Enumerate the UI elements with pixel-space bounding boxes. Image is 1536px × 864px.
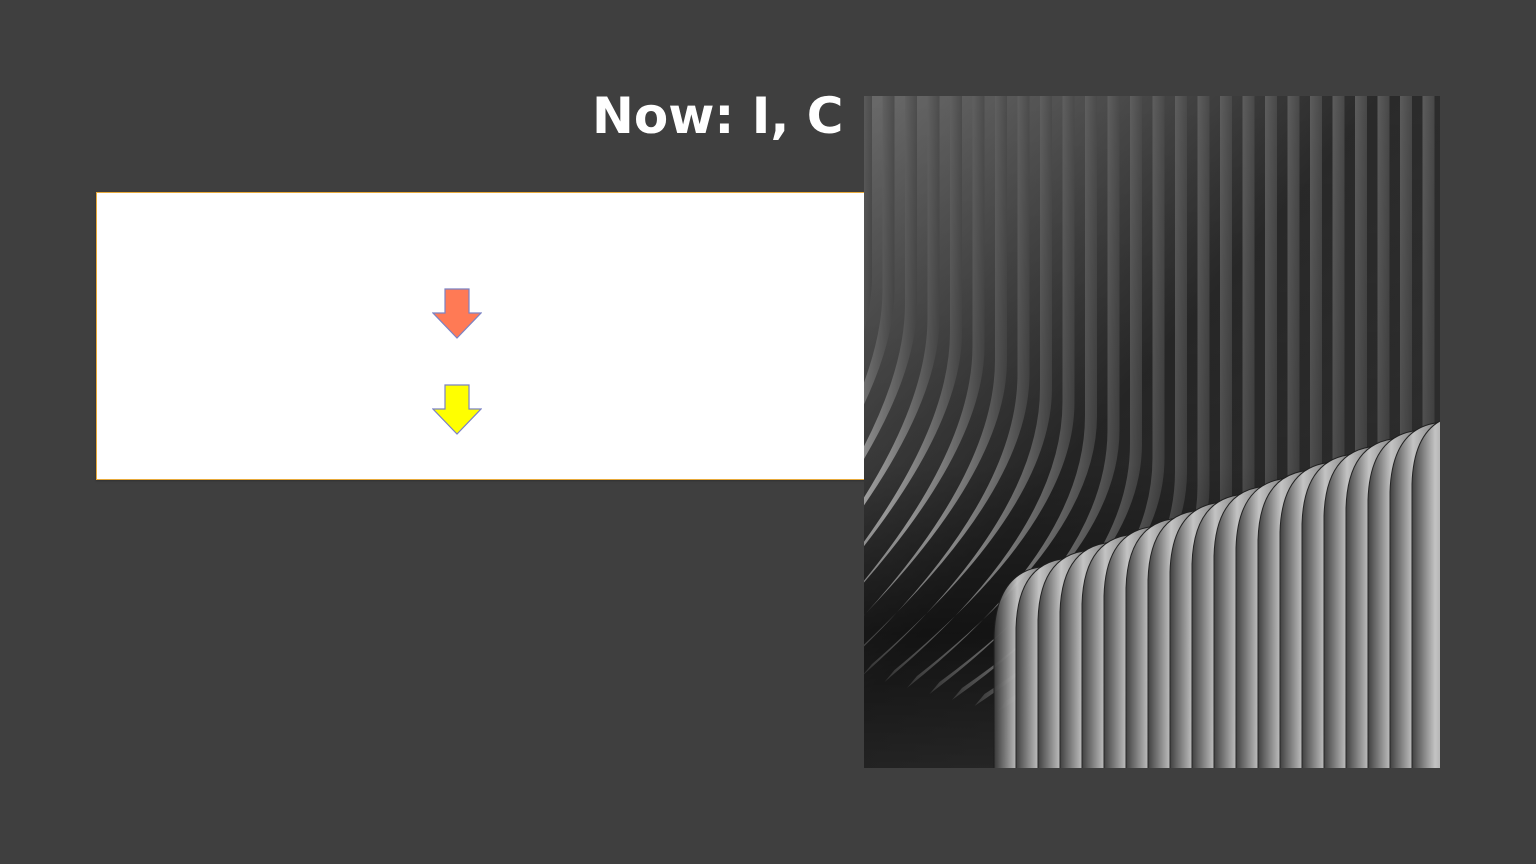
- architecture-photo[interactable]: [864, 96, 1440, 768]
- down-arrow-icon[interactable]: [432, 384, 482, 436]
- architecture-photo-graphic: [864, 96, 1440, 768]
- slide-title[interactable]: Now: I, C: [592, 84, 844, 148]
- slide-canvas: Now: I, C: [0, 0, 1536, 864]
- down-arrow-icon[interactable]: [432, 288, 482, 340]
- content-box[interactable]: [96, 192, 896, 480]
